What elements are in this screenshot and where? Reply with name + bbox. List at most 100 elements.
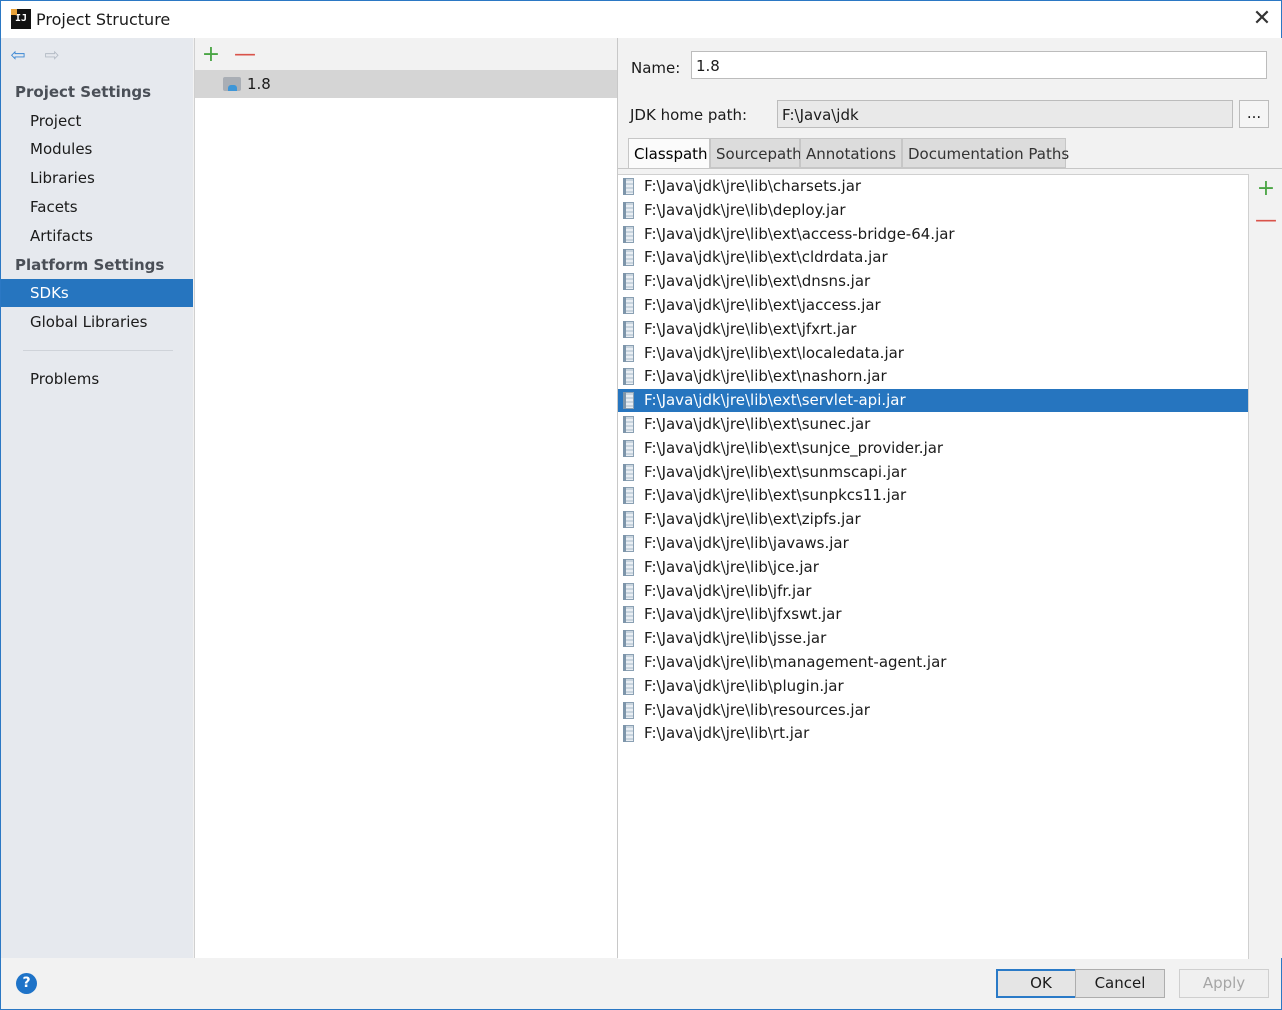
classpath-entry-label: F:\Java\jdk\jre\lib\resources.jar xyxy=(644,700,870,719)
back-arrow-icon[interactable]: ⇦ xyxy=(7,46,29,66)
name-label: Name: xyxy=(631,59,681,77)
classpath-row[interactable]: F:\Java\jdk\jre\lib\ext\dnsns.jar xyxy=(618,270,1248,293)
nav-item-global-libraries[interactable]: Global Libraries xyxy=(1,308,193,336)
classpath-row[interactable]: F:\Java\jdk\jre\lib\rt.jar xyxy=(618,722,1248,745)
jar-archive-icon xyxy=(623,320,634,338)
tab-documentation-paths[interactable]: Documentation Paths xyxy=(902,138,1069,168)
jar-archive-icon xyxy=(623,701,634,719)
title-bar: IJ Project Structure ✕ xyxy=(1,1,1281,38)
jar-archive-icon xyxy=(623,558,634,576)
classpath-row[interactable]: F:\Java\jdk\jre\lib\ext\jfxrt.jar xyxy=(618,318,1248,341)
browse-button[interactable]: ... xyxy=(1239,100,1269,128)
add-path-icon[interactable]: + xyxy=(1255,178,1277,200)
classpath-entry-label: F:\Java\jdk\jre\lib\ext\cldrdata.jar xyxy=(644,248,888,267)
classpath-entry-label: F:\Java\jdk\jre\lib\ext\nashorn.jar xyxy=(644,367,887,386)
classpath-entry-label: F:\Java\jdk\jre\lib\charsets.jar xyxy=(644,177,862,195)
classpath-row[interactable]: F:\Java\jdk\jre\lib\jce.jar xyxy=(618,556,1248,579)
classpath-entry-label: F:\Java\jdk\jre\lib\ext\servlet-api.jar xyxy=(644,391,906,410)
jar-archive-icon xyxy=(623,344,634,362)
sdk-item-label: 1.8 xyxy=(247,75,271,93)
jar-archive-icon xyxy=(623,201,634,219)
sdk-list-item[interactable]: 1.8 xyxy=(195,70,617,98)
classpath-list[interactable]: F:\Java\jdk\jre\lib\charsets.jar F:\Java\… xyxy=(618,174,1249,959)
tab-divider xyxy=(618,168,1282,169)
classpath-entry-label: F:\Java\jdk\jre\lib\javaws.jar xyxy=(644,534,849,552)
classpath-row[interactable]: F:\Java\jdk\jre\lib\jsse.jar xyxy=(618,627,1248,650)
sdk-name-input[interactable]: 1.8 xyxy=(691,51,1267,79)
classpath-row[interactable]: F:\Java\jdk\jre\lib\ext\sunec.jar xyxy=(618,413,1248,436)
nav-item-libraries[interactable]: Libraries xyxy=(1,164,193,192)
forward-arrow-icon[interactable]: ⇨ xyxy=(41,46,63,66)
jar-archive-icon xyxy=(623,368,634,386)
jar-archive-icon xyxy=(623,297,634,314)
classpath-row[interactable]: F:\Java\jdk\jre\lib\ext\localedata.jar xyxy=(618,342,1248,365)
classpath-entry-label: F:\Java\jdk\jre\lib\ext\sunjce_provider.… xyxy=(644,438,944,457)
classpath-entry-label: F:\Java\jdk\jre\lib\ext\dnsns.jar xyxy=(644,272,871,291)
classpath-entry-label: F:\Java\jdk\jre\lib\ext\zipfs.jar xyxy=(644,510,861,529)
jar-archive-icon xyxy=(623,511,634,529)
classpath-row[interactable]: F:\Java\jdk\jre\lib\ext\sunpkcs11.jar xyxy=(618,484,1248,507)
classpath-row[interactable]: F:\Java\jdk\jre\lib\deploy.jar xyxy=(618,199,1248,222)
jar-archive-icon xyxy=(623,273,634,291)
jar-archive-icon xyxy=(623,606,634,624)
classpath-entry-label: F:\Java\jdk\jre\lib\rt.jar xyxy=(644,724,810,743)
classpath-row[interactable]: F:\Java\jdk\jre\lib\plugin.jar xyxy=(618,675,1248,698)
tab-annotations[interactable]: Annotations xyxy=(800,138,902,168)
jar-archive-icon xyxy=(623,392,634,410)
classpath-row[interactable]: F:\Java\jdk\jre\lib\management-agent.jar xyxy=(618,651,1248,674)
classpath-row[interactable]: F:\Java\jdk\jre\lib\ext\zipfs.jar xyxy=(618,508,1248,531)
jar-archive-icon xyxy=(623,463,634,481)
classpath-row[interactable]: F:\Java\jdk\jre\lib\resources.jar xyxy=(618,699,1248,722)
project-settings-header: Project Settings xyxy=(15,83,152,101)
nav-divider xyxy=(23,350,173,351)
nav-item-problems[interactable]: Problems xyxy=(1,365,193,393)
nav-item-sdks[interactable]: SDKs xyxy=(1,279,193,307)
classpath-entry-label: F:\Java\jdk\jre\lib\ext\jfxrt.jar xyxy=(644,319,857,338)
remove-path-icon[interactable]: — xyxy=(1255,210,1277,232)
nav-item-project[interactable]: Project xyxy=(1,107,193,135)
classpath-row[interactable]: F:\Java\jdk\jre\lib\javaws.jar xyxy=(618,532,1248,555)
classpath-entry-label: F:\Java\jdk\jre\lib\jfxswt.jar xyxy=(644,605,842,624)
jdk-home-path-label: JDK home path: xyxy=(630,106,748,124)
jar-archive-icon xyxy=(623,225,634,243)
add-sdk-icon[interactable]: + xyxy=(200,44,222,66)
classpath-row[interactable]: F:\Java\jdk\jre\lib\ext\nashorn.jar xyxy=(618,365,1248,388)
classpath-entry-label: F:\Java\jdk\jre\lib\jce.jar xyxy=(644,557,819,576)
classpath-row[interactable]: F:\Java\jdk\jre\lib\charsets.jar xyxy=(618,175,1248,198)
jar-archive-icon xyxy=(623,654,634,671)
window-title: Project Structure xyxy=(36,10,171,29)
classpath-row[interactable]: F:\Java\jdk\jre\lib\ext\sunmscapi.jar xyxy=(618,461,1248,484)
nav-item-artifacts[interactable]: Artifacts xyxy=(1,222,193,250)
classpath-entry-label: F:\Java\jdk\jre\lib\deploy.jar xyxy=(644,200,846,219)
classpath-row[interactable]: F:\Java\jdk\jre\lib\ext\sunjce_provider.… xyxy=(618,437,1248,460)
jdk-folder-icon xyxy=(223,77,241,91)
help-icon[interactable]: ? xyxy=(16,973,37,994)
intellij-app-icon: IJ xyxy=(11,9,31,29)
jar-archive-icon xyxy=(623,439,634,457)
classpath-row[interactable]: F:\Java\jdk\jre\lib\ext\cldrdata.jar xyxy=(618,246,1248,269)
jar-archive-icon xyxy=(623,630,634,648)
close-icon[interactable]: ✕ xyxy=(1251,7,1273,31)
tab-classpath[interactable]: Classpath xyxy=(628,138,710,169)
classpath-entry-label: F:\Java\jdk\jre\lib\management-agent.jar xyxy=(644,653,947,671)
remove-sdk-icon[interactable]: — xyxy=(234,44,256,66)
jar-archive-icon xyxy=(623,487,634,505)
jar-archive-icon xyxy=(623,416,634,433)
apply-button[interactable]: Apply xyxy=(1179,969,1269,998)
tab-sourcepath[interactable]: Sourcepath xyxy=(710,138,802,168)
jdk-home-path-field[interactable]: F:\Java\jdk xyxy=(777,100,1233,128)
ok-button[interactable]: OK xyxy=(996,969,1086,998)
classpath-row[interactable]: F:\Java\jdk\jre\lib\ext\servlet-api.jar xyxy=(618,389,1248,413)
classpath-row[interactable]: F:\Java\jdk\jre\lib\jfxswt.jar xyxy=(618,603,1248,626)
sdk-list-toolbar: + — xyxy=(195,38,617,70)
classpath-entry-label: F:\Java\jdk\jre\lib\plugin.jar xyxy=(644,676,844,695)
cancel-button[interactable]: Cancel xyxy=(1075,969,1165,998)
classpath-entry-label: F:\Java\jdk\jre\lib\ext\jaccess.jar xyxy=(644,296,881,314)
classpath-row[interactable]: F:\Java\jdk\jre\lib\jfr.jar xyxy=(618,580,1248,603)
nav-item-facets[interactable]: Facets xyxy=(1,193,193,221)
classpath-row[interactable]: F:\Java\jdk\jre\lib\ext\access-bridge-64… xyxy=(618,223,1248,246)
classpath-row[interactable]: F:\Java\jdk\jre\lib\ext\jaccess.jar xyxy=(618,294,1248,317)
classpath-entry-label: F:\Java\jdk\jre\lib\ext\sunpkcs11.jar xyxy=(644,486,907,505)
nav-item-modules[interactable]: Modules xyxy=(1,135,193,163)
platform-settings-header: Platform Settings xyxy=(15,256,165,274)
